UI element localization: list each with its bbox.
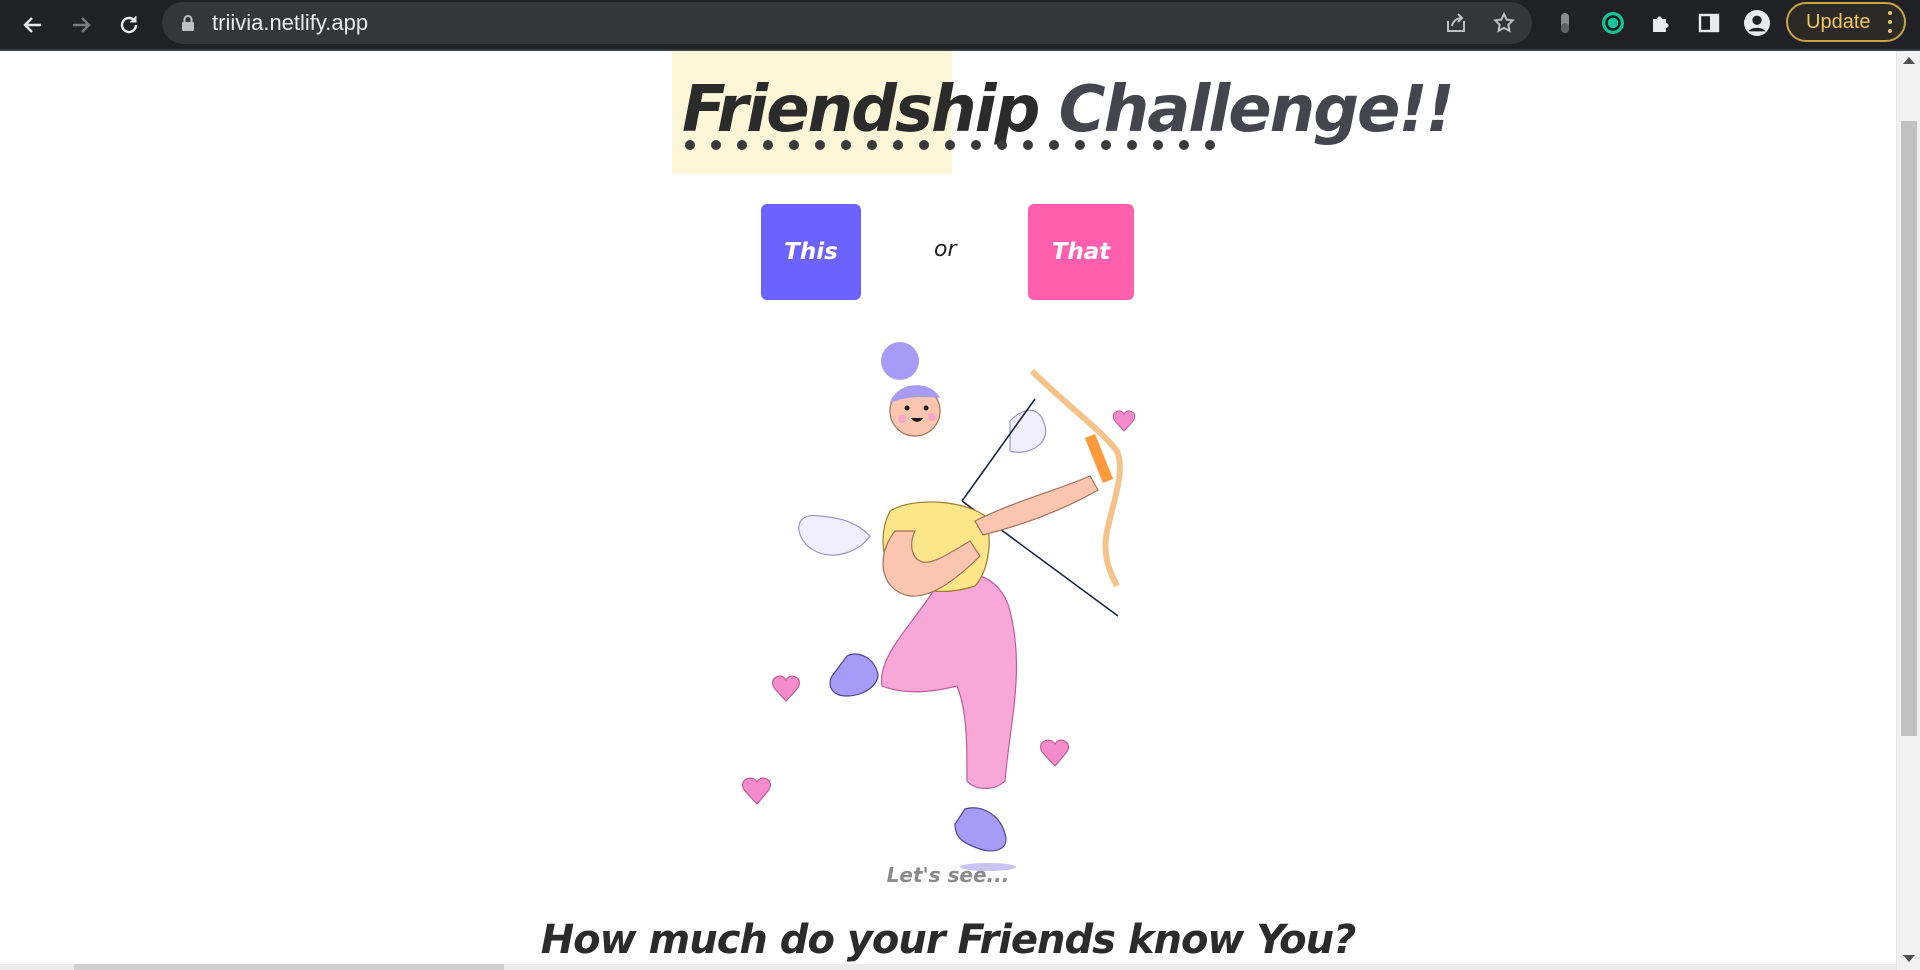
- question-heading: How much do your Friends know You?: [540, 917, 1357, 963]
- grammarly-extension-icon[interactable]: [1600, 10, 1626, 36]
- heart-icon: [742, 777, 771, 805]
- extensions-puzzle-icon[interactable]: [1648, 10, 1674, 36]
- horizontal-scrollbar[interactable]: [0, 964, 1896, 970]
- cupid-illustration: [742, 342, 1136, 871]
- reload-button[interactable]: [112, 8, 146, 42]
- update-button[interactable]: Update: [1786, 2, 1906, 42]
- forward-arrow-icon: [73, 17, 91, 33]
- forward-button[interactable]: [64, 8, 98, 42]
- back-arrow-icon: [23, 17, 41, 33]
- or-label: or: [934, 237, 957, 262]
- horizontal-scroll-thumb[interactable]: [74, 964, 504, 970]
- bookmark-star-icon[interactable]: [1492, 11, 1516, 35]
- vertical-scrollbar[interactable]: [1896, 51, 1920, 970]
- page-content: Friendship Challenge!! This or That Let'…: [0, 51, 1896, 970]
- lock-icon: [176, 11, 200, 35]
- scroll-thumb[interactable]: [1901, 121, 1917, 736]
- browser-toolbar: triivia.netlify.app Update: [0, 0, 1920, 50]
- more-menu-icon: [1888, 11, 1892, 33]
- reload-icon: [120, 16, 138, 34]
- this-button[interactable]: This: [761, 204, 861, 300]
- lets-see-text: Let's see...: [886, 863, 1010, 887]
- scroll-up-arrow-icon[interactable]: [1903, 57, 1915, 64]
- title-dotted-underline: [685, 140, 1215, 150]
- update-label: Update: [1806, 11, 1871, 33]
- heart-icon: [772, 675, 800, 702]
- profile-avatar-icon[interactable]: [1744, 10, 1770, 36]
- that-button[interactable]: That: [1028, 204, 1134, 300]
- share-icon[interactable]: [1444, 11, 1468, 35]
- scroll-down-arrow-icon[interactable]: [1903, 955, 1915, 962]
- url-text: triivia.netlify.app: [212, 10, 369, 35]
- address-bar[interactable]: triivia.netlify.app: [162, 2, 1532, 44]
- back-button[interactable]: [16, 8, 50, 42]
- side-panel-icon[interactable]: [1696, 10, 1722, 36]
- extension-flask-icon[interactable]: [1552, 10, 1578, 36]
- heart-icon: [1040, 739, 1069, 767]
